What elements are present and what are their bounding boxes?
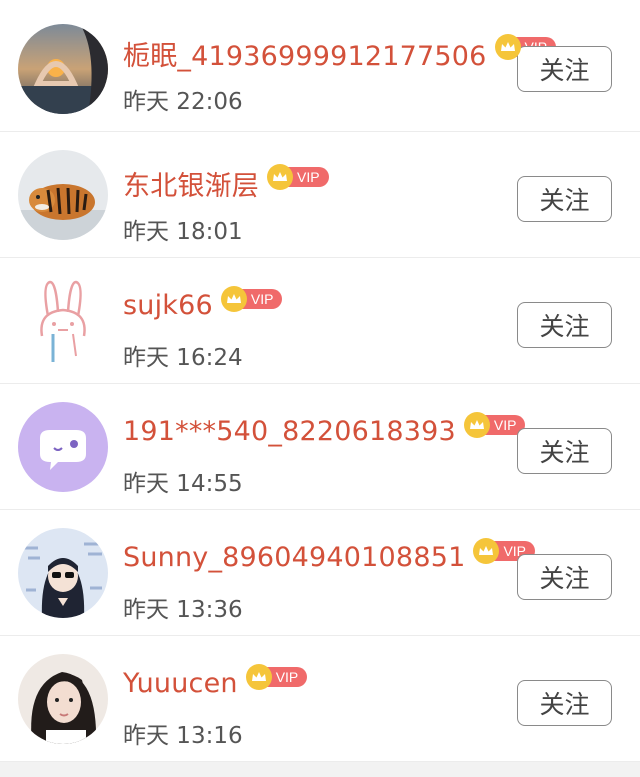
chat-bubble-avatar [18, 402, 108, 492]
avatar[interactable] [18, 150, 108, 240]
follow-button[interactable]: 关注 [517, 302, 612, 348]
username[interactable]: sujk66 [123, 290, 213, 321]
follow-button[interactable]: 关注 [517, 428, 612, 474]
vip-badge: VIP [267, 163, 329, 190]
follow-button[interactable]: 关注 [517, 176, 612, 222]
avatar[interactable] [18, 654, 108, 744]
anime-girl-avatar [18, 528, 108, 618]
crown-icon [473, 537, 500, 564]
vip-badge: VIP [245, 663, 308, 690]
avatar[interactable] [18, 528, 108, 618]
tiger-avatar [18, 150, 108, 240]
list-item[interactable]: sujk66 VIP 昨天 16:24 关注 [0, 258, 640, 384]
sunset-hands-avatar [18, 24, 108, 114]
list-item[interactable]: Yuuucen VIP 昨天 13:16 关注 [0, 636, 640, 762]
username[interactable]: 东北银渐层 [123, 164, 259, 203]
username[interactable]: Yuuucen [123, 668, 238, 699]
crown-icon [220, 285, 247, 312]
follow-button[interactable]: 关注 [517, 46, 612, 92]
username[interactable]: 191***540_8220618393 [123, 416, 456, 447]
username[interactable]: 栀眠_41936999912177506 [123, 34, 487, 73]
avatar[interactable] [18, 402, 108, 492]
avatar[interactable] [18, 276, 108, 366]
follow-button[interactable]: 关注 [517, 554, 612, 600]
bunny-avatar [18, 276, 108, 366]
crown-icon [463, 411, 490, 438]
list-item[interactable]: 东北银渐层 VIP 昨天 18:01 关注 [0, 132, 640, 258]
crown-icon [245, 663, 272, 690]
vip-badge: VIP [220, 285, 283, 312]
timestamp: 昨天 18:01 [123, 219, 243, 245]
avatar[interactable] [18, 24, 108, 114]
timestamp: 昨天 13:36 [123, 597, 243, 623]
crown-icon [267, 163, 293, 190]
timestamp: 昨天 13:16 [123, 723, 243, 749]
follower-list: 栀眠_41936999912177506 VIP 昨天 22:06 关注 [0, 0, 640, 762]
girl-photo-avatar [18, 654, 108, 744]
username[interactable]: Sunny_89604940108851 [123, 542, 465, 573]
timestamp: 昨天 22:06 [123, 89, 243, 115]
timestamp: 昨天 16:24 [123, 345, 243, 371]
list-item[interactable]: Sunny_89604940108851 VIP 昨天 13:36 关注 [0, 510, 640, 636]
follow-button[interactable]: 关注 [517, 680, 612, 726]
timestamp: 昨天 14:55 [123, 471, 243, 497]
list-item[interactable]: 栀眠_41936999912177506 VIP 昨天 22:06 关注 [0, 0, 640, 132]
crown-icon [494, 33, 521, 60]
list-item[interactable]: 191***540_8220618393 VIP 昨天 14:55 关注 [0, 384, 640, 510]
